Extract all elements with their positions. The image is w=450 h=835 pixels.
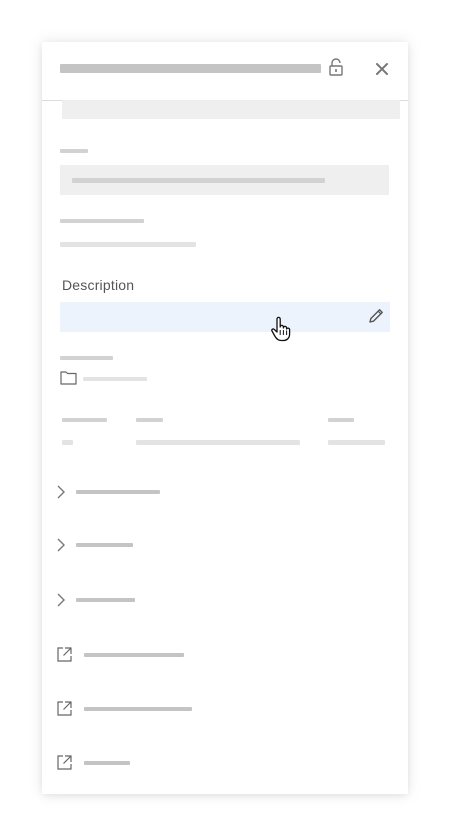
column-header-placeholder — [328, 418, 354, 422]
section-title-placeholder — [76, 543, 133, 547]
table-cell-placeholder — [328, 440, 385, 445]
expandable-section[interactable] — [52, 590, 352, 610]
field-label-placeholder — [60, 149, 88, 153]
chevron-right-icon — [57, 485, 65, 499]
link-title-placeholder — [84, 653, 184, 657]
panel-header — [42, 42, 408, 101]
info-value-placeholder — [60, 242, 196, 247]
details-panel: Description — [42, 42, 408, 794]
expandable-section[interactable] — [52, 482, 352, 502]
table-cell-placeholder — [62, 440, 73, 445]
text-field-value-placeholder — [72, 178, 325, 183]
external-link-item[interactable] — [54, 752, 354, 774]
location-label-placeholder — [60, 356, 113, 360]
hand-pointer-cursor — [271, 316, 291, 342]
external-link-item[interactable] — [54, 644, 354, 666]
lock-open-icon[interactable] — [329, 58, 343, 76]
folder-icon — [60, 371, 77, 385]
external-link-icon — [57, 647, 72, 662]
scrolled-field-placeholder — [62, 100, 400, 119]
pencil-icon[interactable] — [366, 306, 386, 326]
section-title-placeholder — [76, 490, 160, 494]
info-label-placeholder — [60, 219, 144, 223]
external-link-icon — [57, 701, 72, 716]
chevron-right-icon — [57, 593, 65, 607]
panel-title-placeholder — [60, 64, 321, 73]
column-header-placeholder — [62, 418, 107, 422]
column-header-placeholder — [136, 418, 163, 422]
close-icon[interactable] — [375, 62, 389, 76]
section-title-placeholder — [76, 598, 135, 602]
link-title-placeholder — [84, 707, 192, 711]
description-field[interactable] — [60, 302, 390, 332]
description-label: Description — [62, 277, 135, 293]
link-title-placeholder — [84, 761, 130, 765]
table-cell-placeholder — [136, 440, 300, 445]
external-link-item[interactable] — [54, 698, 354, 720]
chevron-right-icon — [57, 538, 65, 552]
location-path-placeholder[interactable] — [83, 377, 147, 381]
external-link-icon — [57, 755, 72, 770]
expandable-section[interactable] — [52, 535, 352, 555]
